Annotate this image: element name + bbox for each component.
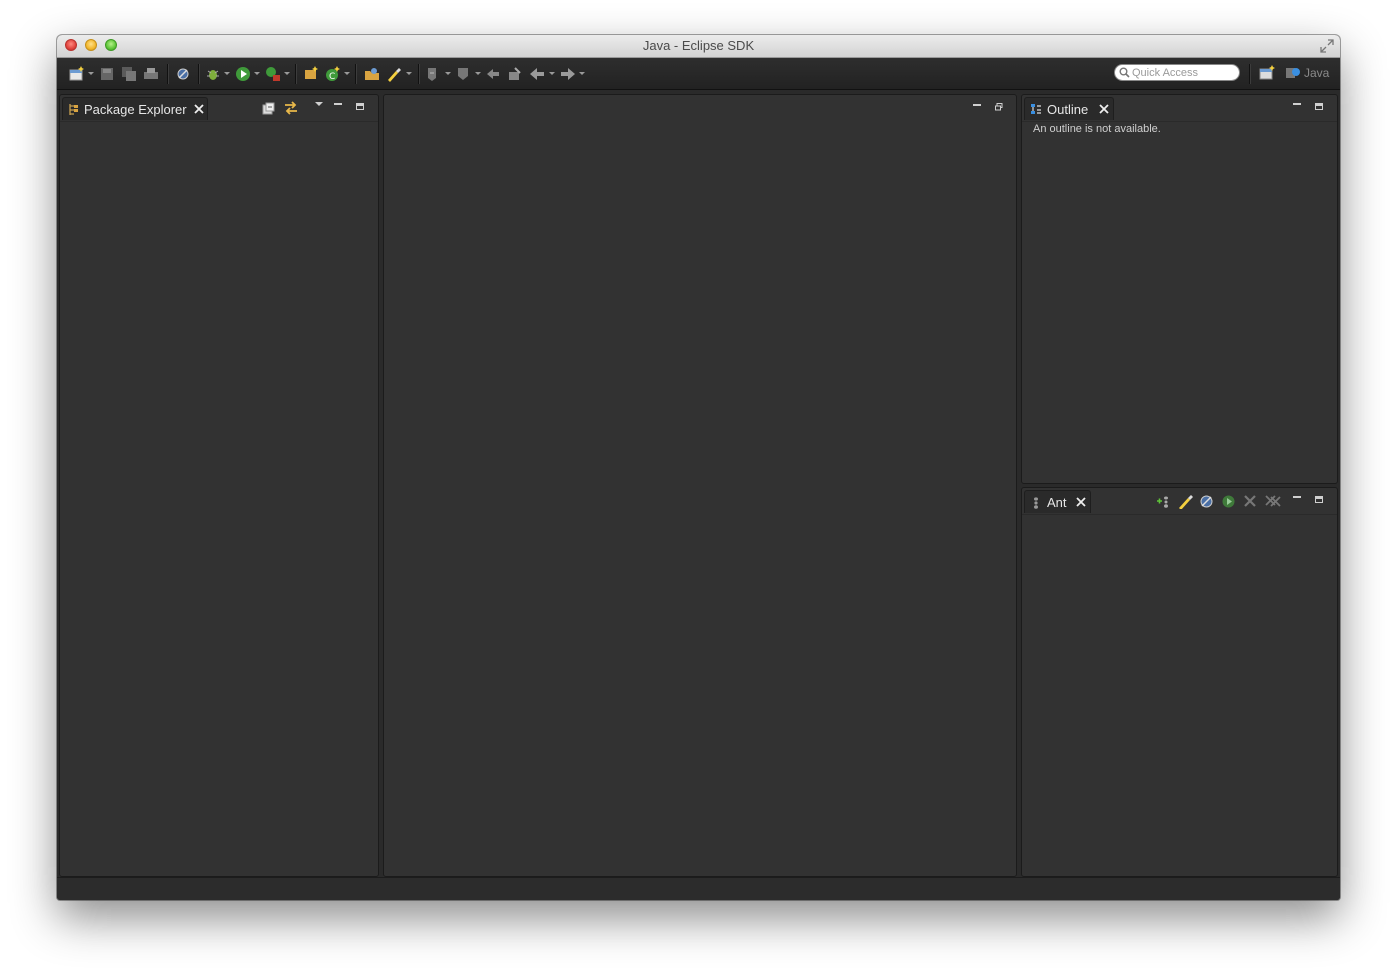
minimize-view-icon[interactable] bbox=[1293, 493, 1301, 498]
pin-editor-icon[interactable] bbox=[506, 65, 524, 83]
restore-editor-icon[interactable] bbox=[995, 103, 1003, 111]
status-bar bbox=[57, 877, 1340, 900]
close-tab-icon[interactable] bbox=[1099, 104, 1109, 114]
debug-dropdown-icon[interactable] bbox=[224, 72, 230, 75]
maximize-view-icon[interactable] bbox=[356, 103, 364, 110]
new-java-class-dropdown-icon[interactable] bbox=[344, 72, 350, 75]
add-buildfiles-icon[interactable] bbox=[1156, 494, 1171, 509]
remove-icon[interactable] bbox=[1243, 494, 1257, 508]
remove-all-icon[interactable] bbox=[1265, 493, 1281, 509]
last-edit-location-icon[interactable] bbox=[484, 65, 502, 83]
main-toolbar: C Quick Access Java bbox=[57, 58, 1340, 90]
search-icon[interactable] bbox=[385, 65, 403, 83]
maximize-view-icon[interactable] bbox=[1315, 496, 1323, 503]
package-explorer-tab-label: Package Explorer bbox=[84, 102, 187, 117]
run-target-icon[interactable] bbox=[1221, 494, 1236, 509]
svg-text:C: C bbox=[329, 72, 335, 82]
hide-internal-targets-icon[interactable] bbox=[1199, 494, 1214, 509]
new-java-package-icon[interactable] bbox=[302, 65, 320, 83]
close-tab-icon[interactable] bbox=[1076, 497, 1086, 507]
quick-access-search-icon bbox=[1119, 67, 1130, 78]
java-perspective-label: Java bbox=[1304, 66, 1330, 80]
external-tools-dropdown-icon[interactable] bbox=[284, 72, 290, 75]
run-icon[interactable] bbox=[234, 65, 252, 83]
ant-panel: Ant bbox=[1021, 487, 1338, 877]
print-icon[interactable] bbox=[142, 65, 160, 83]
previous-annotation-icon[interactable] bbox=[454, 65, 472, 83]
tab-package-explorer[interactable]: Package Explorer bbox=[62, 97, 208, 120]
new-java-class-icon[interactable]: C bbox=[324, 65, 342, 83]
close-tab-icon[interactable] bbox=[194, 104, 204, 114]
eclipse-window: Java - Eclipse SDK C Quick Access Java P… bbox=[57, 35, 1340, 900]
search-dropdown-icon[interactable] bbox=[406, 72, 412, 75]
next-annotation-dropdown-icon[interactable] bbox=[445, 72, 451, 75]
tab-ant[interactable]: Ant bbox=[1024, 490, 1091, 513]
skip-breakpoints-icon[interactable] bbox=[174, 65, 192, 83]
minimize-editor-icon[interactable] bbox=[973, 101, 981, 106]
quick-access-input[interactable] bbox=[1132, 65, 1232, 80]
open-perspective-icon[interactable] bbox=[1258, 64, 1276, 82]
next-annotation-icon[interactable] bbox=[424, 65, 442, 83]
run-dropdown-icon[interactable] bbox=[254, 72, 260, 75]
ant-tab-label: Ant bbox=[1047, 495, 1067, 510]
debug-icon[interactable] bbox=[204, 65, 222, 83]
java-perspective-button[interactable]: Java bbox=[1285, 63, 1333, 83]
open-type-icon[interactable] bbox=[363, 65, 381, 83]
external-tools-icon[interactable] bbox=[264, 65, 282, 83]
outline-message: An outline is not available. bbox=[1033, 123, 1161, 135]
save-all-icon[interactable] bbox=[120, 65, 138, 83]
editor-area bbox=[383, 94, 1017, 877]
quick-access-field[interactable] bbox=[1114, 64, 1240, 81]
previous-annotation-dropdown-icon[interactable] bbox=[475, 72, 481, 75]
outline-icon bbox=[1031, 104, 1041, 114]
back-dropdown-icon[interactable] bbox=[549, 72, 555, 75]
java-perspective-icon bbox=[1286, 68, 1300, 78]
link-with-editor-icon[interactable] bbox=[283, 100, 299, 116]
back-icon[interactable] bbox=[528, 65, 546, 83]
title-bar: Java - Eclipse SDK bbox=[57, 35, 1340, 58]
save-icon[interactable] bbox=[98, 65, 116, 83]
outline-tab-label: Outline bbox=[1047, 102, 1089, 117]
tab-outline[interactable]: Outline bbox=[1024, 97, 1114, 120]
new-dropdown-icon[interactable] bbox=[88, 72, 94, 75]
collapse-all-icon[interactable] bbox=[262, 102, 275, 115]
search-buildfiles-icon[interactable] bbox=[1177, 494, 1193, 509]
minimize-view-icon[interactable] bbox=[334, 100, 342, 105]
forward-icon[interactable] bbox=[559, 65, 577, 83]
new-icon[interactable] bbox=[68, 65, 86, 83]
view-menu-icon[interactable] bbox=[315, 102, 323, 106]
maximize-view-icon[interactable] bbox=[1315, 103, 1323, 110]
outline-panel: Outline An outline is not available. bbox=[1021, 94, 1338, 484]
fullscreen-icon[interactable] bbox=[1320, 39, 1334, 53]
package-explorer-panel: Package Explorer bbox=[59, 94, 379, 877]
ant-icon bbox=[1034, 497, 1038, 509]
window-title: Java - Eclipse SDK bbox=[642, 38, 755, 53]
forward-dropdown-icon[interactable] bbox=[579, 72, 585, 75]
package-explorer-icon bbox=[69, 104, 78, 115]
minimize-view-icon[interactable] bbox=[1293, 100, 1301, 105]
